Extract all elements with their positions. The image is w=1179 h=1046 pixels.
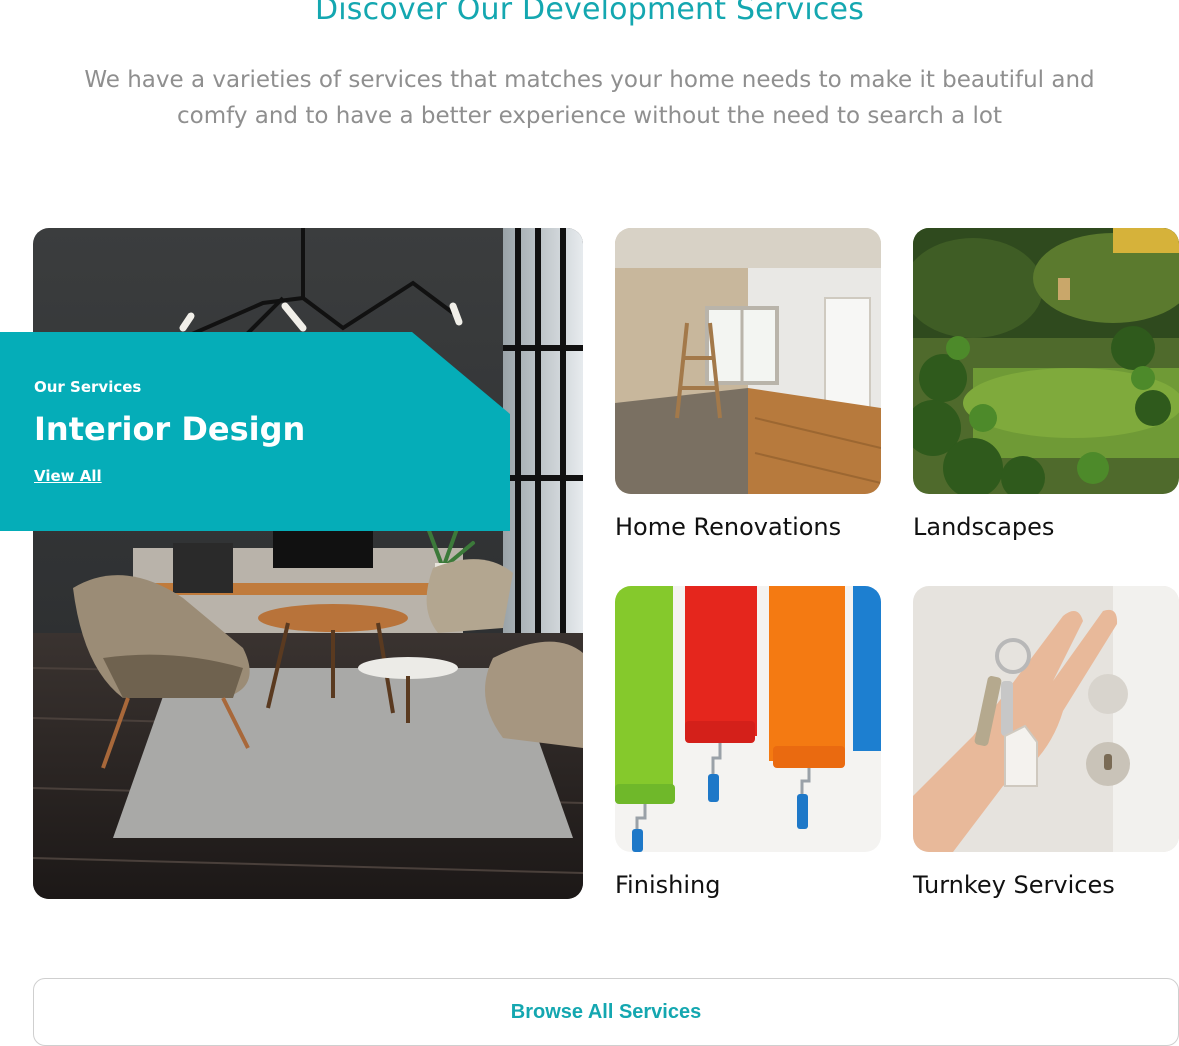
service-card-label: Landscapes: [913, 513, 1055, 541]
service-card-label: Finishing: [615, 871, 721, 899]
view-all-link[interactable]: View All: [34, 467, 102, 485]
service-card-landscapes[interactable]: Landscapes: [913, 228, 1179, 541]
interior-design-image[interactable]: [33, 228, 583, 899]
feature-eyebrow: Our Services: [34, 378, 142, 396]
renovation-room-image: [615, 228, 881, 494]
garden-plants-image: [913, 228, 1179, 494]
service-card-label: Home Renovations: [615, 513, 842, 541]
paint-rollers-image: [615, 586, 881, 852]
service-card-finishing[interactable]: Finishing: [615, 586, 881, 899]
service-card-home-renovations[interactable]: Home Renovations: [615, 228, 881, 541]
service-card-turnkey-services[interactable]: Turnkey Services: [913, 586, 1179, 899]
feature-title: Interior Design: [34, 410, 306, 448]
house-keys-image: [913, 586, 1179, 852]
section-title: Discover Our Development Services: [314, 0, 865, 27]
service-card-label: Turnkey Services: [913, 871, 1115, 899]
section-subtitle: We have a varieties of services that mat…: [84, 67, 1095, 129]
browse-all-services-button[interactable]: Browse All Services: [33, 978, 1179, 1046]
